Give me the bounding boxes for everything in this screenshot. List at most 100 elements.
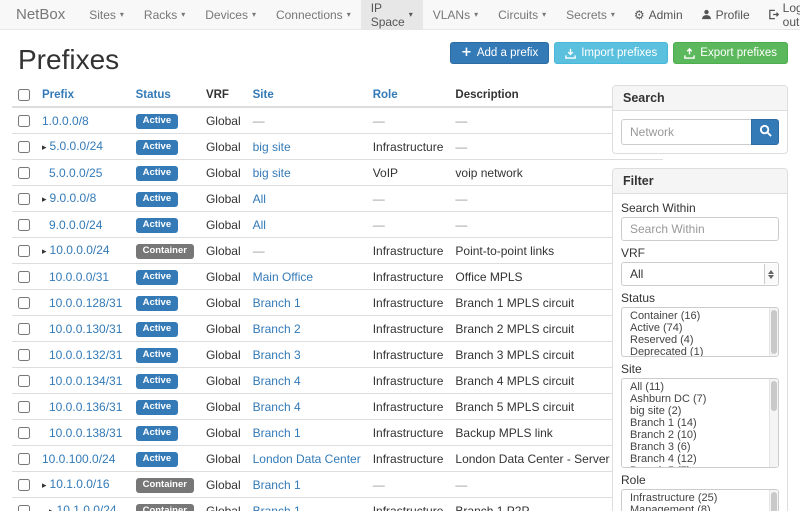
select-all-checkbox[interactable]: [18, 89, 30, 101]
site-link[interactable]: Branch 1: [253, 478, 301, 492]
site-link[interactable]: Branch 4: [253, 374, 301, 388]
vrf-value: Global: [206, 426, 241, 440]
search-button[interactable]: [751, 119, 779, 145]
site-link[interactable]: Branch 3: [253, 348, 301, 362]
column-header-prefix[interactable]: Prefix: [36, 85, 130, 107]
prefix-link[interactable]: 10.0.0.0/24: [50, 243, 110, 257]
prefix-link[interactable]: 10.1.0.0/16: [50, 477, 110, 491]
listbox-option[interactable]: Management (8): [622, 504, 768, 511]
brand-logo[interactable]: NetBox: [0, 0, 79, 29]
prefix-link[interactable]: 10.0.0.0/31: [49, 270, 109, 284]
listbox-option[interactable]: Branch 2 (10): [622, 429, 768, 441]
listbox-option[interactable]: Reserved (4): [622, 334, 768, 346]
row-checkbox[interactable]: [18, 167, 30, 179]
row-checkbox[interactable]: [18, 297, 30, 309]
listbox-option[interactable]: Infrastructure (25): [622, 492, 768, 504]
nav-item-sites[interactable]: Sites▾: [79, 0, 134, 29]
role-listbox[interactable]: Infrastructure (25)Management (8)Private…: [621, 489, 779, 511]
listbox-option[interactable]: All (11): [622, 381, 768, 393]
row-checkbox[interactable]: [18, 245, 30, 257]
expand-arrow-icon[interactable]: ▸: [42, 247, 47, 257]
row-checkbox[interactable]: [18, 427, 30, 439]
row-checkbox[interactable]: [18, 323, 30, 335]
search-icon: [759, 124, 772, 140]
export-prefixes-button[interactable]: Export prefixes: [673, 42, 788, 64]
listbox-option[interactable]: Branch 1 (14): [622, 417, 768, 429]
scrollbar[interactable]: [769, 490, 778, 511]
row-checkbox[interactable]: [18, 505, 30, 511]
row-checkbox[interactable]: [18, 115, 30, 127]
site-link[interactable]: Branch 1: [253, 296, 301, 310]
column-header-site[interactable]: Site: [247, 85, 367, 107]
prefix-link[interactable]: 10.0.0.132/31: [49, 348, 122, 362]
listbox-option[interactable]: big site (2): [622, 405, 768, 417]
listbox-option[interactable]: Branch 4 (12): [622, 453, 768, 465]
add-a-prefix-button[interactable]: +Add a prefix: [450, 42, 549, 64]
row-checkbox[interactable]: [18, 193, 30, 205]
nav-item-connections[interactable]: Connections▾: [266, 0, 361, 29]
row-checkbox[interactable]: [18, 349, 30, 361]
description-value: —: [455, 478, 467, 492]
row-checkbox[interactable]: [18, 401, 30, 413]
site-link[interactable]: All: [253, 218, 266, 232]
site-listbox[interactable]: All (11)Ashburn DC (7)big site (2)Branch…: [621, 378, 779, 468]
site-link[interactable]: Branch 1: [253, 504, 301, 511]
expand-arrow-icon[interactable]: ▸: [42, 143, 47, 153]
nav-item-ip-space[interactable]: IP Space▾: [361, 0, 423, 29]
row-checkbox[interactable]: [18, 453, 30, 465]
listbox-option[interactable]: Branch 3 (6): [622, 441, 768, 453]
nav-item-vlans[interactable]: VLANs▾: [423, 0, 488, 29]
status-badge: Container: [136, 244, 194, 259]
search-within-input[interactable]: [621, 217, 779, 241]
prefix-link[interactable]: 9.0.0.0/8: [50, 191, 97, 205]
listbox-option[interactable]: Deprecated (1): [622, 346, 768, 357]
vrf-select[interactable]: All: [621, 262, 779, 286]
listbox-option[interactable]: Ashburn DC (7): [622, 393, 768, 405]
nav-item-devices[interactable]: Devices▾: [195, 0, 266, 29]
row-checkbox[interactable]: [18, 141, 30, 153]
status-listbox[interactable]: Container (16)Active (74)Reserved (4)Dep…: [621, 307, 779, 357]
import-prefixes-button[interactable]: Import prefixes: [554, 42, 668, 64]
site-link[interactable]: Branch 2: [253, 322, 301, 336]
site-link[interactable]: London Data Center: [253, 452, 361, 466]
site-link[interactable]: Branch 1: [253, 426, 301, 440]
prefix-link[interactable]: 10.0.0.134/31: [49, 374, 122, 388]
prefix-link[interactable]: 9.0.0.0/24: [49, 218, 102, 232]
nav-item-secrets[interactable]: Secrets▾: [556, 0, 625, 29]
prefix-link[interactable]: 10.0.0.128/31: [49, 296, 122, 310]
vrf-value: Global: [206, 218, 241, 232]
nav-item-racks[interactable]: Racks▾: [134, 0, 195, 29]
row-checkbox[interactable]: [18, 271, 30, 283]
column-header-role[interactable]: Role: [367, 85, 450, 107]
column-header-status[interactable]: Status: [130, 85, 200, 107]
site-link[interactable]: Main Office: [253, 270, 313, 284]
listbox-option[interactable]: Container (16): [622, 310, 768, 322]
expand-arrow-icon[interactable]: ▸: [42, 481, 47, 491]
listbox-option[interactable]: Branch 5 (7): [622, 465, 768, 468]
prefix-link[interactable]: 1.0.0.0/8: [42, 114, 89, 128]
nav-log-out-link[interactable]: Log out: [759, 1, 800, 29]
row-checkbox[interactable]: [18, 219, 30, 231]
nav-item-circuits[interactable]: Circuits▾: [488, 0, 556, 29]
row-checkbox[interactable]: [18, 375, 30, 387]
prefix-link[interactable]: 10.0.0.130/31: [49, 322, 122, 336]
site-link[interactable]: big site: [253, 140, 291, 154]
row-checkbox[interactable]: [18, 479, 30, 491]
scrollbar[interactable]: [769, 379, 778, 467]
site-link[interactable]: big site: [253, 166, 291, 180]
prefix-link[interactable]: 10.1.0.0/24: [57, 503, 117, 511]
expand-arrow-icon[interactable]: ▸: [42, 195, 47, 205]
nav-admin-link[interactable]: ⚙Admin: [625, 8, 692, 22]
prefix-link[interactable]: 5.0.0.0/24: [50, 139, 103, 153]
prefix-link[interactable]: 5.0.0.0/25: [49, 166, 102, 180]
site-link[interactable]: All: [253, 192, 266, 206]
prefix-link[interactable]: 10.0.100.0/24: [42, 452, 115, 466]
expand-arrow-icon[interactable]: ▸: [49, 507, 54, 511]
nav-profile-link[interactable]: Profile: [692, 8, 759, 22]
scrollbar[interactable]: [769, 308, 778, 356]
search-input[interactable]: [621, 119, 751, 145]
prefix-link[interactable]: 10.0.0.136/31: [49, 400, 122, 414]
site-link[interactable]: Branch 4: [253, 400, 301, 414]
listbox-option[interactable]: Active (74): [622, 322, 768, 334]
prefix-link[interactable]: 10.0.0.138/31: [49, 426, 122, 440]
